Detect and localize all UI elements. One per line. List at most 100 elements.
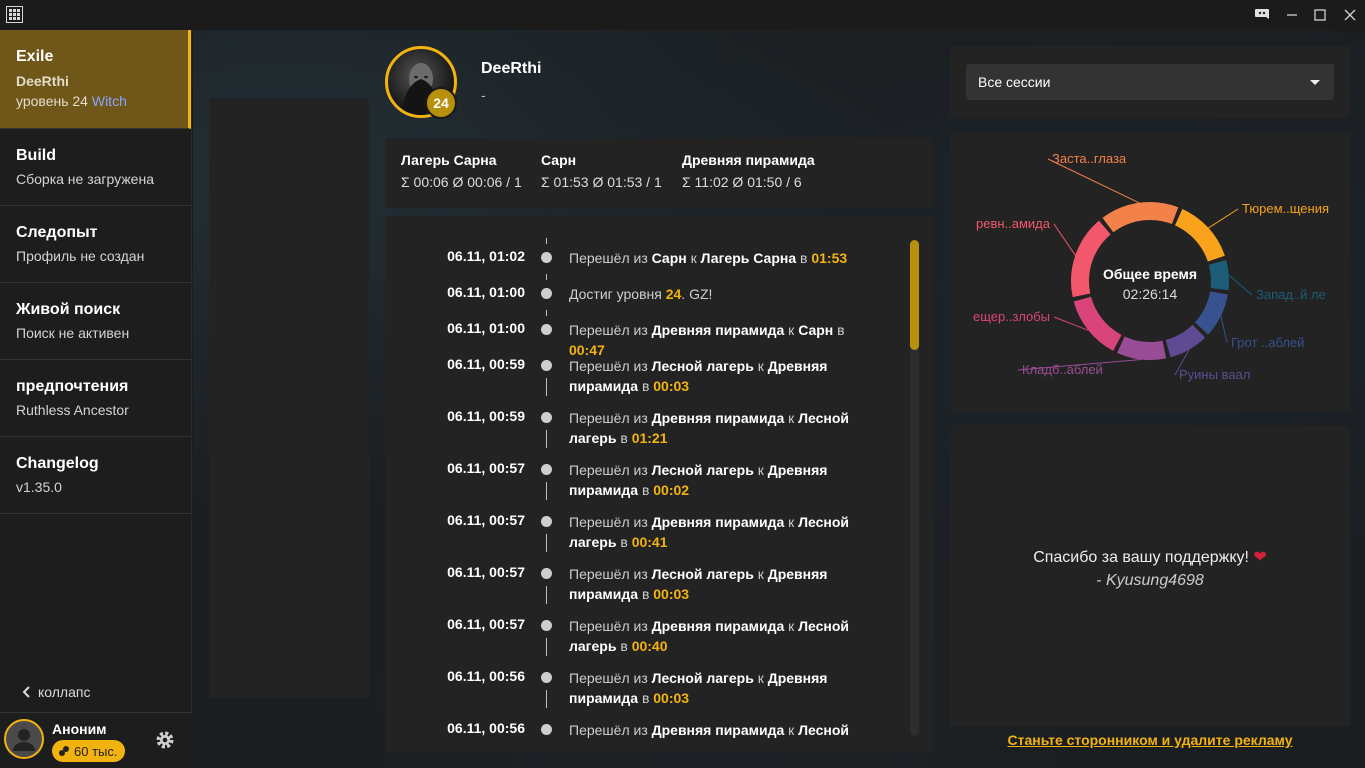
- exile-level-line: уровень 24 Witch: [16, 93, 172, 109]
- support-author: - Kyusung4698: [1096, 572, 1204, 589]
- event-connector: [546, 238, 547, 244]
- event-preposition: к: [788, 618, 795, 634]
- event-preposition: к: [788, 514, 795, 530]
- zone-stat-title: Древняя пирамида: [682, 152, 815, 168]
- event-connector: [546, 430, 547, 448]
- timeline-scrollbar[interactable]: [910, 240, 919, 736]
- event-duration: 00:03: [653, 586, 690, 602]
- event-text: Перешёл из Древняя пирамида к Лесной лаг…: [569, 408, 869, 448]
- event-date: 06.11, 00:57: [447, 616, 525, 632]
- donut-center-value: 02:26:14: [1123, 286, 1178, 302]
- zone-stats-card: Лагерь Сарна Σ 00:06 Ø 00:06 / 1 Сарн Σ …: [385, 138, 933, 208]
- sidebar-item-exile[interactable]: Exile DeeRthi уровень 24 Witch: [0, 30, 191, 129]
- sidebar-item-changelog[interactable]: Changelog v1.35.0: [0, 437, 191, 514]
- event-duration: 00:02: [653, 482, 690, 498]
- event-text: Перешёл из Сарн к Лагерь Сарна в 01:53: [569, 248, 869, 268]
- event-verb: Перешёл из: [569, 410, 648, 426]
- sidebar: Exile DeeRthi уровень 24 Witch Build Сбо…: [0, 30, 192, 768]
- event-from-zone: Древняя пирамида: [651, 410, 785, 426]
- event-duration: 01:21: [631, 430, 668, 446]
- event-date: 06.11, 00:59: [447, 356, 525, 372]
- coin-badge[interactable]: 60 тыс.: [52, 740, 126, 762]
- support-message: Спасибо за вашу поддержку! ❤: [950, 547, 1350, 567]
- discord-icon[interactable]: [1247, 0, 1277, 30]
- donut-segment[interactable]: [1208, 260, 1229, 291]
- sidebar-item-subtitle: Сборка не загружена: [16, 171, 154, 187]
- exile-level: уровень 24: [16, 93, 88, 109]
- zone-stat-value: Σ 11:02 Ø 01:50 / 6: [682, 174, 802, 190]
- sidebar-item-title: Следопыт: [16, 224, 98, 241]
- event-preposition: в: [837, 322, 845, 338]
- sidebar-item-preferences[interactable]: предпочтения Ruthless Ancestor: [0, 360, 191, 437]
- donut-segment[interactable]: [1165, 324, 1206, 358]
- donut-label: Грот ..аблей: [1231, 335, 1304, 350]
- event-to-zone: Лагерь Сарна: [700, 250, 797, 266]
- timeline-card: 06.11, 01:02 Перешёл из Сарн к Лагерь Сар…: [385, 216, 933, 752]
- level-badge: 24: [425, 87, 457, 119]
- sidebar-item-build[interactable]: Build Сборка не загружена: [0, 129, 191, 206]
- avatar[interactable]: [4, 719, 44, 759]
- character-subtitle: -: [481, 87, 486, 103]
- zone-stat-title: Лагерь Сарна: [401, 152, 497, 168]
- zone-stat: Лагерь Сарна Σ 00:06 Ø 00:06 / 1: [401, 152, 522, 190]
- event-connector: [546, 690, 547, 708]
- event-dot: [541, 412, 552, 423]
- event-from-zone: Сарн: [651, 250, 687, 266]
- event-text: Перешёл из Древняя пирамида к Лесной лаг…: [569, 512, 869, 552]
- event-connector: [546, 586, 547, 604]
- event-from-zone: Древняя пирамида: [651, 722, 785, 738]
- minimize-icon[interactable]: [1277, 0, 1307, 30]
- event-from-zone: Лесной лагерь: [651, 670, 754, 686]
- heart-icon: ❤: [1253, 549, 1267, 566]
- sidebar-item-pathfinder[interactable]: Следопыт Профиль не создан: [0, 206, 191, 283]
- event-dot: [541, 324, 552, 335]
- event-from-zone: Лесной лагерь: [651, 358, 754, 374]
- donut-segment[interactable]: [1174, 208, 1225, 262]
- sidebar-item-live-search[interactable]: Живой поиск Поиск не активен: [0, 283, 191, 360]
- sidebar-item-subtitle: Поиск не активен: [16, 325, 130, 341]
- maximize-icon[interactable]: [1305, 0, 1335, 30]
- app-logo-icon: [6, 6, 23, 23]
- zone-stat-value: Σ 01:53 Ø 01:53 / 1: [541, 174, 662, 190]
- event-verb: Перешёл из: [569, 358, 648, 374]
- donut-leader-line: [1228, 274, 1253, 296]
- donut-segment[interactable]: [1102, 202, 1179, 233]
- sidebar-item-title: Живой поиск: [16, 301, 121, 318]
- event-duration: 00:41: [631, 534, 668, 550]
- scrollbar-thumb[interactable]: [910, 240, 919, 350]
- event-text: Перешёл из Лесной лагерь к Древняя пирам…: [569, 356, 869, 396]
- event-text: Перешёл из Древняя пирамида к Сарн в 00:…: [569, 320, 869, 360]
- event-preposition: в: [641, 482, 650, 498]
- support-text: Спасибо за вашу поддержку!: [1033, 549, 1249, 566]
- close-icon[interactable]: [1335, 0, 1365, 30]
- exile-class: Witch: [91, 93, 127, 109]
- session-select[interactable]: Все сессии: [966, 64, 1334, 100]
- event-verb: Перешёл из: [569, 250, 648, 266]
- event-preposition: к: [757, 566, 764, 582]
- donut-label: ревн..амида: [976, 216, 1051, 231]
- donut-segment[interactable]: [1073, 296, 1122, 351]
- event-text: Перешёл из Лесной лагерь к Древняя пирам…: [569, 460, 869, 500]
- donut-center-title: Общее время: [1103, 266, 1197, 282]
- time-donut-chart: Заста..глаза Тюрем..щения Запад..й ле Грот …: [973, 151, 1329, 382]
- support-card: Спасибо за вашу поддержку! ❤ - Kyusung46…: [950, 426, 1350, 726]
- event-to-zone: Сарн: [798, 322, 834, 338]
- event-from-zone: Древняя пирамида: [651, 618, 785, 634]
- coins-icon: [59, 746, 69, 756]
- donut-segment[interactable]: [1194, 290, 1228, 335]
- sidebar-item-subtitle: Профиль не создан: [16, 248, 145, 264]
- title-bar: [0, 0, 1365, 30]
- donut-segment[interactable]: [1117, 336, 1167, 360]
- collapse-button[interactable]: коллапс: [22, 684, 90, 700]
- event-duration: 01:53: [811, 250, 848, 266]
- gear-icon[interactable]: [154, 729, 176, 751]
- event-suffix: . GZ!: [681, 286, 713, 302]
- donut-segment[interactable]: [1071, 220, 1111, 298]
- remove-ads-link[interactable]: Станьте сторонником и удалите рекламу: [950, 732, 1350, 748]
- event-dot: [541, 620, 552, 631]
- event-from-zone: Древняя пирамида: [651, 322, 785, 338]
- donut-label: Заста..глаза: [1052, 151, 1127, 166]
- event-preposition: в: [620, 638, 628, 654]
- session-card: Все сессии: [950, 46, 1350, 118]
- event-text: Достиг уровня 24. GZ!: [569, 284, 869, 304]
